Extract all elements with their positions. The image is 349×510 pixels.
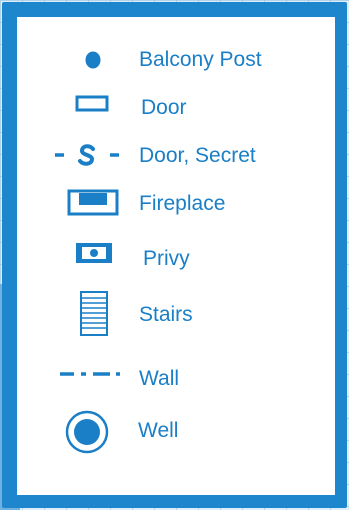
- legend-label-well: Well: [138, 419, 179, 442]
- fireplace-icon: [67, 189, 119, 216]
- legend-label-wall: Wall: [139, 367, 180, 390]
- secret-door-icon: [55, 144, 119, 166]
- legend-label-door: Door: [141, 96, 187, 119]
- balcony-post-icon: [85, 51, 101, 69]
- stairs-icon: [80, 291, 108, 336]
- legend-label-balcony-post: Balcony Post: [139, 48, 262, 71]
- privy-icon: [76, 243, 112, 263]
- legend-label-fireplace: Fireplace: [139, 192, 226, 215]
- legend-label-privy: Privy: [143, 247, 190, 270]
- door-icon: [75, 95, 109, 112]
- legend-label-stairs: Stairs: [139, 303, 193, 326]
- well-icon: [65, 410, 109, 454]
- legend-label-door-secret: Door, Secret: [139, 144, 256, 167]
- wall-icon: [60, 372, 120, 376]
